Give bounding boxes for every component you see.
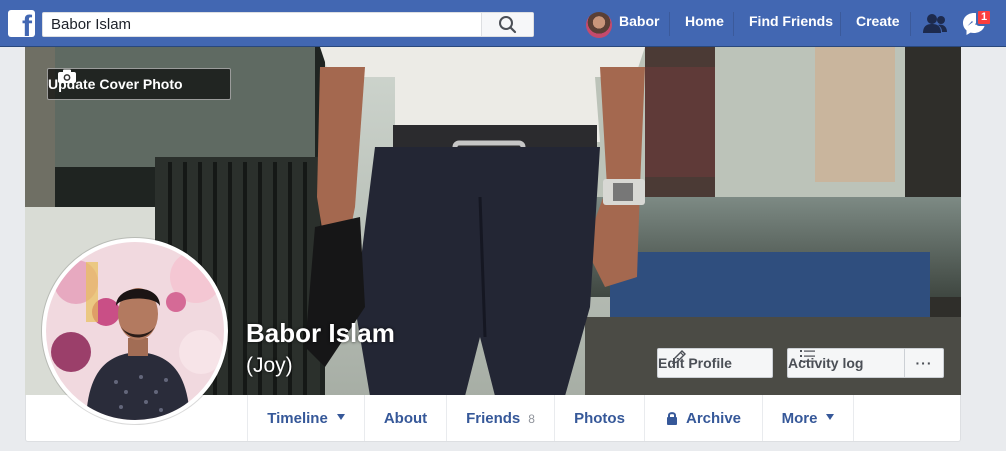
tab-label: Timeline <box>267 409 328 427</box>
profile-alternate-name: (Joy) <box>246 354 293 377</box>
nav-find-friends-link[interactable]: Find Friends <box>749 13 833 29</box>
tab-photos[interactable]: Photos <box>554 395 644 441</box>
caret-down-icon <box>826 414 835 420</box>
search-input[interactable] <box>43 13 483 36</box>
profile-picture[interactable] <box>42 238 228 424</box>
lock-icon <box>666 412 677 425</box>
nav-create-link[interactable]: Create <box>856 13 900 29</box>
list-icon <box>800 350 815 362</box>
nav-user-name[interactable]: Babor <box>619 13 659 29</box>
profile-picture-image <box>46 242 224 420</box>
tab-label: More <box>781 409 818 427</box>
tab-about[interactable]: About <box>364 395 446 441</box>
facebook-logo-icon[interactable]: f <box>8 10 35 37</box>
pencil-icon <box>672 350 686 364</box>
top-navigation-bar: f Babor Home Find Friends Create 1 <box>0 0 1006 47</box>
nav-divider <box>840 12 841 36</box>
activity-log-button[interactable]: Activity log <box>787 348 905 378</box>
camera-icon <box>58 69 76 83</box>
tab-timeline[interactable]: Timeline <box>247 395 364 441</box>
avatar <box>586 11 612 38</box>
nav-home-link[interactable]: Home <box>685 13 724 29</box>
tab-label: Archive <box>685 409 742 427</box>
caret-down-icon <box>336 414 345 420</box>
more-options-icon: ··· <box>915 355 933 371</box>
tab-archive[interactable]: Archive <box>644 395 762 441</box>
update-cover-photo-button[interactable]: Update Cover Photo <box>47 68 231 100</box>
search-icon <box>499 16 517 34</box>
nav-divider <box>669 12 670 36</box>
search-button[interactable] <box>481 13 533 36</box>
profile-name: Babor Islam <box>246 318 395 348</box>
nav-profile-link[interactable] <box>586 11 612 38</box>
edit-profile-label: Edit Profile <box>658 355 732 371</box>
tab-label: Friends <box>466 409 521 427</box>
nav-divider <box>910 12 911 36</box>
friends-count: 8 <box>528 412 535 426</box>
tab-label: Photos <box>574 409 625 427</box>
search-box <box>42 12 534 37</box>
nav-divider <box>733 12 734 36</box>
tab-more[interactable]: More <box>762 395 854 441</box>
edit-profile-button[interactable]: Edit Profile <box>657 348 773 378</box>
more-options-button[interactable]: ··· <box>904 348 944 378</box>
friend-requests-icon[interactable] <box>921 11 949 37</box>
tab-label: About <box>383 409 428 427</box>
tab-friends[interactable]: Friends 8 <box>446 395 554 441</box>
messages-badge: 1 <box>976 9 993 26</box>
